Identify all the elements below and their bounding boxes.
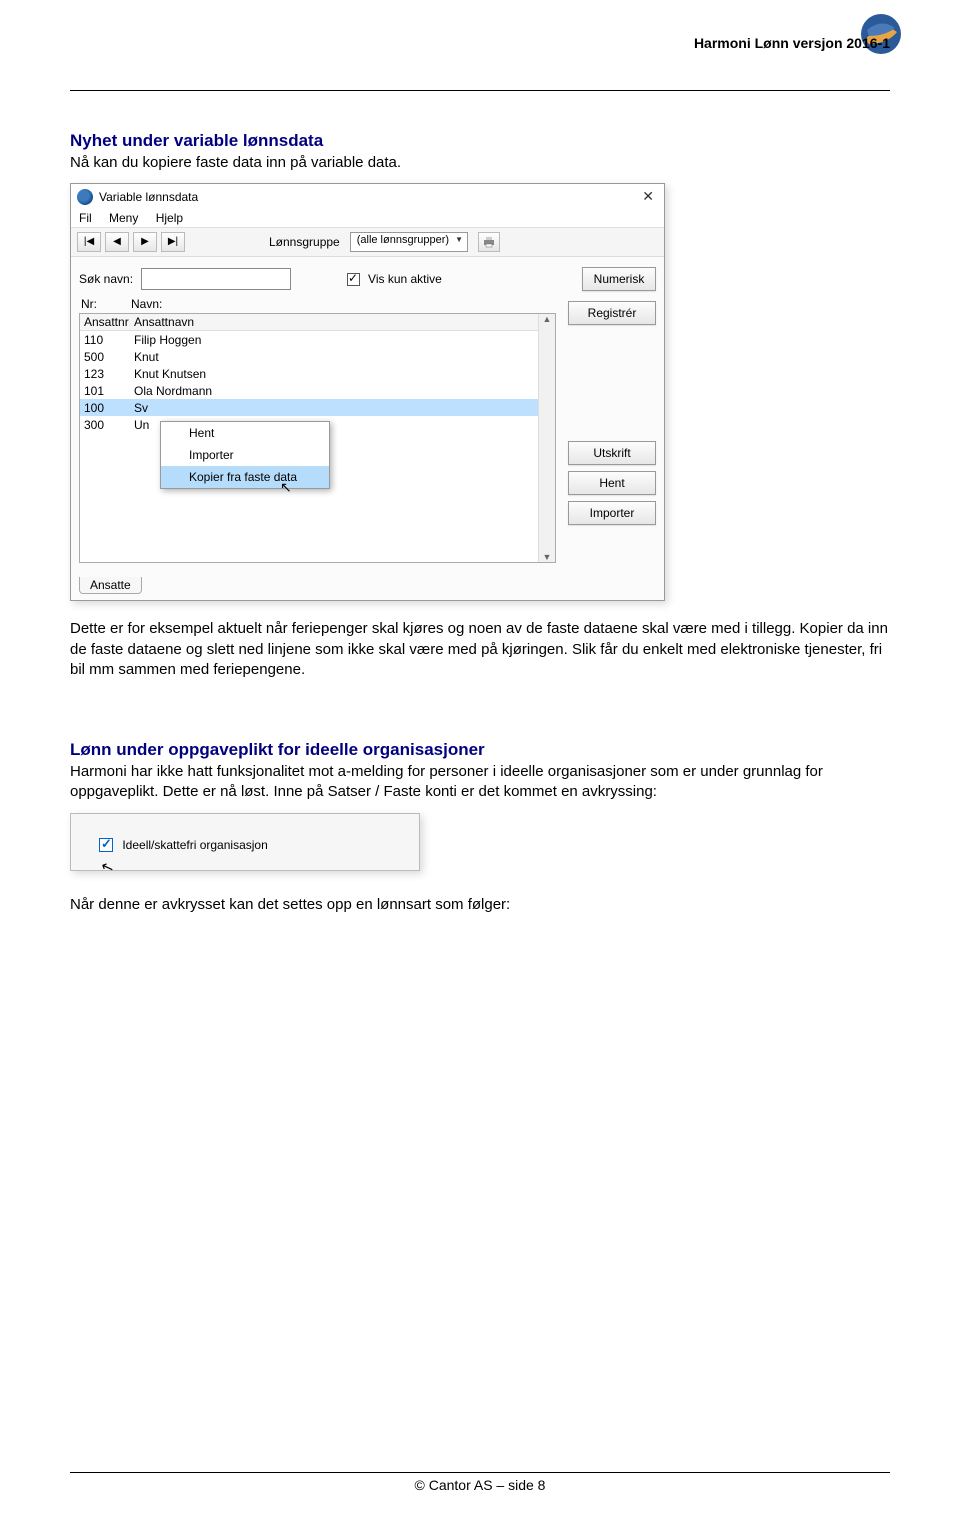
list-item: 101Ola Nordmann	[80, 382, 555, 399]
ctx-hent[interactable]: Hent	[161, 422, 329, 444]
list-item: 500Knut	[80, 348, 555, 365]
lonnsgruppe-select[interactable]: (alle lønnsgrupper)	[350, 232, 468, 252]
menu-hjelp[interactable]: Hjelp	[156, 211, 183, 225]
list-header-ansattnr: Ansattnr	[84, 315, 134, 329]
paragraph-1: Dette er for eksempel aktuelt når feriep…	[70, 619, 890, 680]
screenshot-variable-lonnsdata: Variable lønnsdata ✕ Fil Meny Hjelp |◀ ◀…	[70, 183, 665, 601]
nav-first-button[interactable]: |◀	[77, 232, 101, 252]
employee-list[interactable]: Ansattnr Ansattnavn 110Filip Hoggen 500K…	[79, 313, 556, 563]
tab-ansatte[interactable]: Ansatte	[79, 577, 142, 594]
paragraph-3: Når denne er avkrysset kan det settes op…	[70, 895, 890, 915]
importer-button[interactable]: Importer	[568, 501, 656, 525]
app-icon	[77, 189, 93, 205]
ctx-kopier-faste-data[interactable]: Kopier fra faste data	[161, 466, 329, 488]
utskrift-button[interactable]: Utskrift	[568, 441, 656, 465]
section1-heading: Nyhet under variable lønnsdata	[70, 131, 890, 151]
list-item: 110Filip Hoggen	[80, 331, 555, 348]
section1-intro: Nå kan du kopiere faste data inn på vari…	[70, 153, 890, 173]
search-label: Søk navn:	[79, 272, 133, 286]
col-nr-label: Nr:	[81, 297, 131, 311]
scroll-down-icon[interactable]: ▼	[543, 552, 552, 562]
ideell-checkbox-label: Ideell/skattefri organisasjon	[122, 838, 267, 852]
list-item: 123Knut Knutsen	[80, 365, 555, 382]
list-item-selected: 100Sv	[80, 399, 555, 416]
ctx-importer[interactable]: Importer	[161, 444, 329, 466]
screenshot-ideell-checkbox: Ideell/skattefri organisasjon ↖	[70, 813, 420, 872]
scrollbar[interactable]: ▲ ▼	[538, 314, 555, 562]
registrer-button[interactable]: Registrér	[568, 301, 656, 325]
ideell-checkbox[interactable]	[99, 838, 113, 852]
cursor-icon: ↖	[280, 479, 292, 496]
nav-prev-button[interactable]: ◀	[105, 232, 129, 252]
nav-next-button[interactable]: ▶	[133, 232, 157, 252]
context-menu: Hent Importer Kopier fra faste data	[160, 421, 330, 489]
section2-paragraph: Harmoni har ikke hatt funksjonalitet mot…	[70, 762, 890, 803]
vis-kun-aktive-checkbox[interactable]	[347, 273, 360, 286]
vis-kun-aktive-label: Vis kun aktive	[368, 272, 442, 286]
section2-heading: Lønn under oppgaveplikt for ideelle orga…	[70, 740, 890, 760]
window-title: Variable lønnsdata	[99, 190, 198, 204]
menu-bar: Fil Meny Hjelp	[71, 209, 664, 227]
page-footer: © Cantor AS – side 8	[70, 1472, 890, 1493]
cursor-icon: ↖	[98, 856, 116, 877]
search-input[interactable]	[141, 268, 291, 290]
page-header-title: Harmoni Lønn versjon 2016-1	[694, 35, 890, 51]
menu-fil[interactable]: Fil	[79, 211, 92, 225]
header-divider	[70, 90, 890, 91]
menu-meny[interactable]: Meny	[109, 211, 138, 225]
list-header-ansattnavn: Ansattnavn	[134, 315, 194, 329]
nav-last-button[interactable]: ▶|	[161, 232, 185, 252]
lonnsgruppe-label: Lønnsgruppe	[269, 235, 340, 249]
close-icon[interactable]: ✕	[638, 188, 658, 205]
scroll-up-icon[interactable]: ▲	[543, 314, 552, 324]
numerisk-button[interactable]: Numerisk	[582, 267, 656, 291]
col-navn-label: Navn:	[131, 297, 162, 311]
print-button[interactable]	[478, 232, 500, 252]
hent-button[interactable]: Hent	[568, 471, 656, 495]
